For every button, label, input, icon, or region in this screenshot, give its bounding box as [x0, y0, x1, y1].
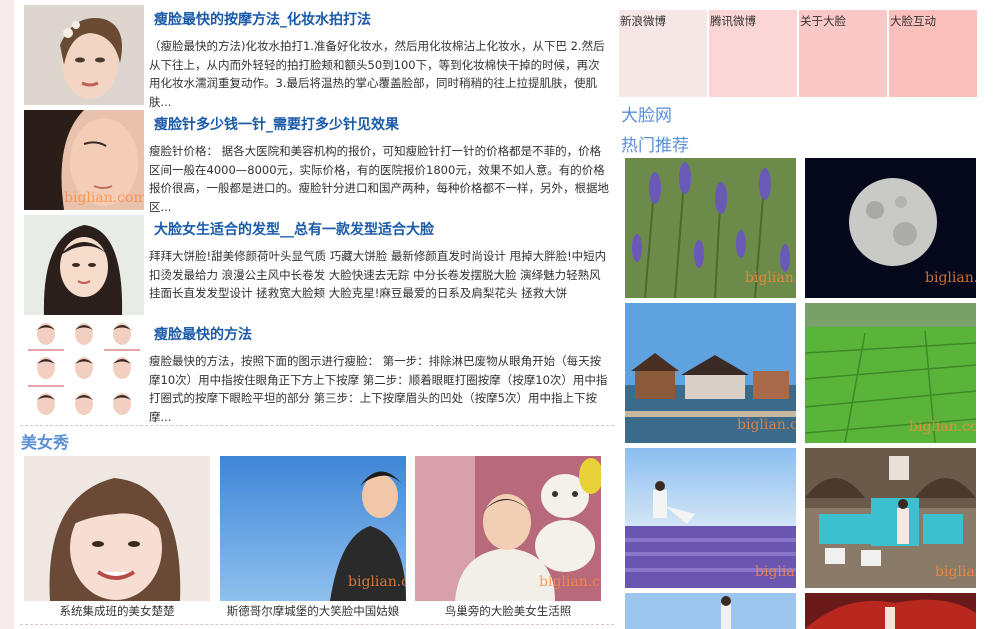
article-summary: 拜拜大饼脸!甜美修颜荷叶头显气质 巧藏大饼脸 最新修颜直发时尚设计 甩掉大胖脸!… [149, 249, 607, 300]
watermark: biglian.com [755, 564, 796, 580]
site-name[interactable]: 大脸网 [621, 101, 672, 126]
beauty-photo-caption[interactable]: 鸟巢旁的大脸美女生活照 [415, 603, 601, 619]
watermark: biglian.com [935, 564, 976, 580]
hot-image[interactable] [805, 593, 976, 629]
hot-image[interactable]: biglian.com [805, 448, 976, 588]
article-item: biglian.com 瘦脸针多少钱一针_需要打多少针见效果 瘦脸针价格： 据各… [24, 110, 614, 214]
watermark: biglian.com [737, 417, 796, 433]
article-item: 大脸女生适合的发型__总有一款发型适合大脸 拜拜大饼脸!甜美修颜荷叶头显气质 巧… [24, 215, 614, 315]
article-summary: 瘦脸最快的方法，按照下面的图示进行瘦脸： 第一步：排除淋巴废物从眼角开始（每天按… [149, 354, 608, 424]
watermark: biglian.com [925, 270, 976, 286]
article-thumbnail[interactable] [24, 5, 144, 105]
link-about[interactable]: 关于大脸 [799, 10, 887, 97]
article-summary: （瘦脸最快的方法)化妆水拍打1.准备好化妆水，然后用化妆棉沾上化妆水，从下巴 2… [149, 39, 605, 109]
watermark: biglian.com [745, 270, 796, 286]
hot-image[interactable]: biglian.com [625, 158, 796, 298]
article-thumbnail[interactable] [24, 215, 144, 315]
hot-image[interactable]: biglian.com [625, 448, 796, 588]
hot-image[interactable]: biglian.com [625, 303, 796, 443]
article-thumbnail[interactable]: biglian.com [24, 110, 144, 210]
article-title-link[interactable]: 瘦脸最快的按摩方法_化妆水拍打法 [154, 9, 371, 29]
article-title-link[interactable]: 瘦脸最快的方法 [154, 324, 252, 344]
hot-image[interactable]: biglian.com [805, 303, 976, 443]
section-title-hot: 热门推荐 [621, 136, 689, 155]
section-title-beauty[interactable]: 美女秀 [21, 429, 69, 453]
beauty-photo[interactable]: biglian.com [220, 456, 406, 601]
watermark: biglian.com [64, 190, 144, 206]
article-summary: 瘦脸针价格： 据各大医院和美容机构的报价，可知瘦脸针打一针的价格都是不菲的，价格… [149, 144, 609, 214]
article-title-link[interactable]: 大脸女生适合的发型__总有一款发型适合大脸 [154, 219, 434, 239]
link-label: 大脸互动 [890, 14, 936, 28]
beauty-photo-caption[interactable]: 系统集成班的美女楚楚 [24, 603, 210, 619]
divider [20, 425, 614, 426]
beauty-photo[interactable]: biglian.com [415, 456, 601, 601]
article-thumbnail[interactable] [24, 320, 144, 420]
page: 瘦脸最快的按摩方法_化妆水拍打法 （瘦脸最快的方法)化妆水拍打1.准备好化妆水，… [14, 0, 997, 629]
divider [20, 624, 614, 625]
hot-image[interactable] [625, 593, 796, 629]
link-label: 腾讯微博 [710, 14, 756, 28]
link-tencent-weibo[interactable]: 腾讯微博 [709, 10, 797, 97]
hot-image[interactable]: biglian.com [805, 158, 976, 298]
link-sina-weibo[interactable]: 新浪微博 [619, 10, 707, 97]
watermark: biglian.com [909, 419, 976, 435]
article-title-link[interactable]: 瘦脸针多少钱一针_需要打多少针见效果 [154, 114, 399, 134]
link-interaction[interactable]: 大脸互动 [889, 10, 977, 97]
article-item: 瘦脸最快的按摩方法_化妆水拍打法 （瘦脸最快的方法)化妆水拍打1.准备好化妆水，… [24, 5, 614, 109]
beauty-photo-caption[interactable]: 斯德哥尔摩城堡的大笑脸中国姑娘 [220, 603, 406, 619]
article-item: 瘦脸最快的方法 瘦脸最快的方法，按照下面的图示进行瘦脸： 第一步：排除淋巴废物从… [24, 320, 614, 424]
watermark: biglian.com [348, 574, 406, 590]
beauty-photo[interactable] [24, 456, 210, 601]
link-label: 新浪微博 [620, 14, 666, 28]
watermark: biglian.com [539, 574, 601, 590]
link-label: 关于大脸 [800, 14, 846, 28]
